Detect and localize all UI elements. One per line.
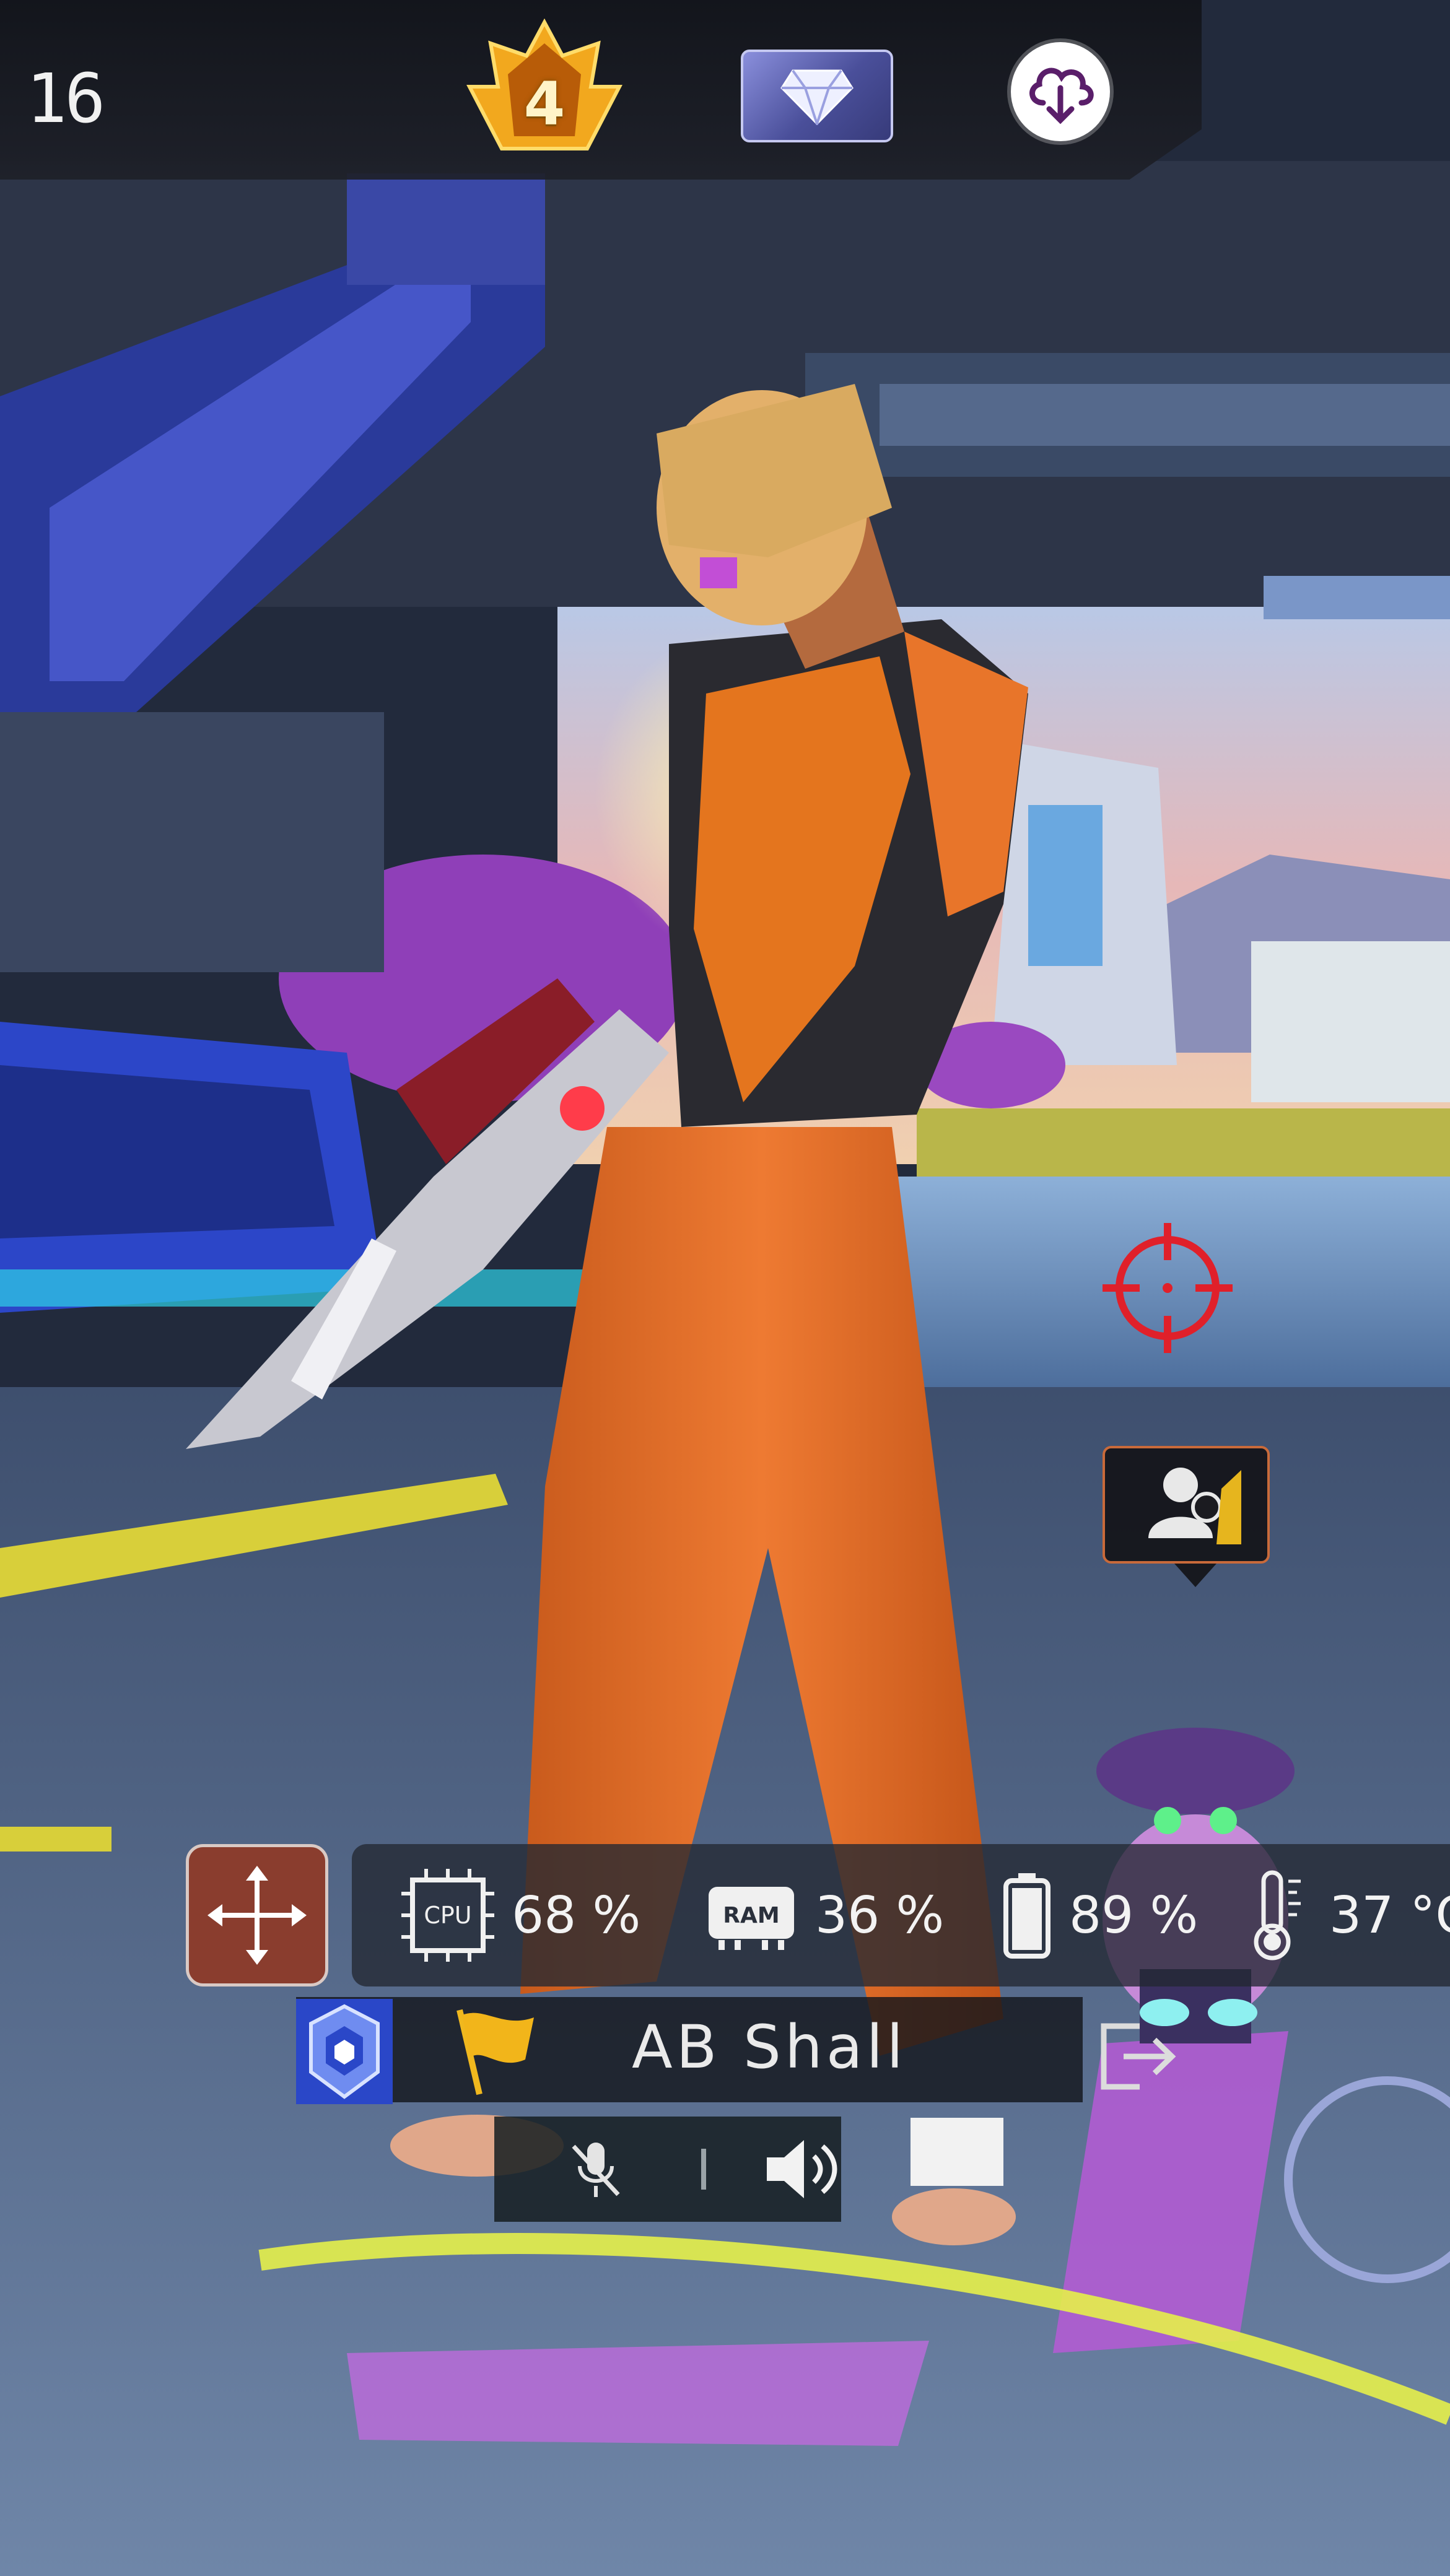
rank-number: 4 bbox=[523, 69, 566, 139]
flag-icon bbox=[456, 2009, 534, 2095]
thermometer-icon bbox=[1254, 1870, 1301, 1960]
battery-value: 89 % bbox=[1069, 1886, 1199, 1945]
move-arrows-icon bbox=[207, 1866, 307, 1965]
profile-settings-button[interactable] bbox=[1103, 1446, 1270, 1587]
stat-ram: RAM 36 % bbox=[705, 1844, 944, 1986]
battery-icon bbox=[1003, 1873, 1050, 1959]
rank-badge[interactable]: 4 bbox=[463, 18, 626, 162]
cpu-icon-label: CPU bbox=[424, 1902, 471, 1929]
ram-icon: RAM bbox=[709, 1887, 794, 1950]
ram-value: 36 % bbox=[815, 1886, 945, 1945]
cloud-download-button[interactable] bbox=[1011, 42, 1110, 141]
diamond-icon bbox=[780, 69, 854, 125]
diamond-card-button[interactable] bbox=[741, 50, 893, 142]
audio-divider bbox=[701, 2149, 706, 2190]
speaker-icon[interactable] bbox=[763, 2135, 844, 2203]
player-level: 16 bbox=[26, 59, 105, 138]
device-stats-bar: CPU 68 % RAM 36 % 89 % 37 ° bbox=[352, 1844, 1450, 1986]
temperature-value: 37 °C bbox=[1329, 1886, 1450, 1945]
stat-temperature: 37 °C bbox=[1250, 1844, 1450, 1986]
stat-cpu: CPU 68 % bbox=[401, 1844, 640, 1986]
crosshair-icon[interactable] bbox=[1103, 1223, 1233, 1353]
profile-settings-icon bbox=[1148, 1468, 1241, 1544]
ram-icon-label: RAM bbox=[723, 1903, 779, 1928]
clan-badge-icon[interactable] bbox=[296, 1999, 393, 2104]
player-name: AB Shall bbox=[632, 2012, 907, 2082]
cpu-value: 68 % bbox=[512, 1886, 641, 1945]
mic-muted-icon[interactable] bbox=[565, 2138, 627, 2200]
cloud-download-icon bbox=[1029, 67, 1094, 124]
cpu-icon: CPU bbox=[401, 1869, 494, 1962]
stat-battery: 89 % bbox=[1002, 1844, 1198, 1986]
move-hud-button[interactable] bbox=[186, 1844, 328, 1986]
exit-icon[interactable] bbox=[1096, 2020, 1177, 2093]
